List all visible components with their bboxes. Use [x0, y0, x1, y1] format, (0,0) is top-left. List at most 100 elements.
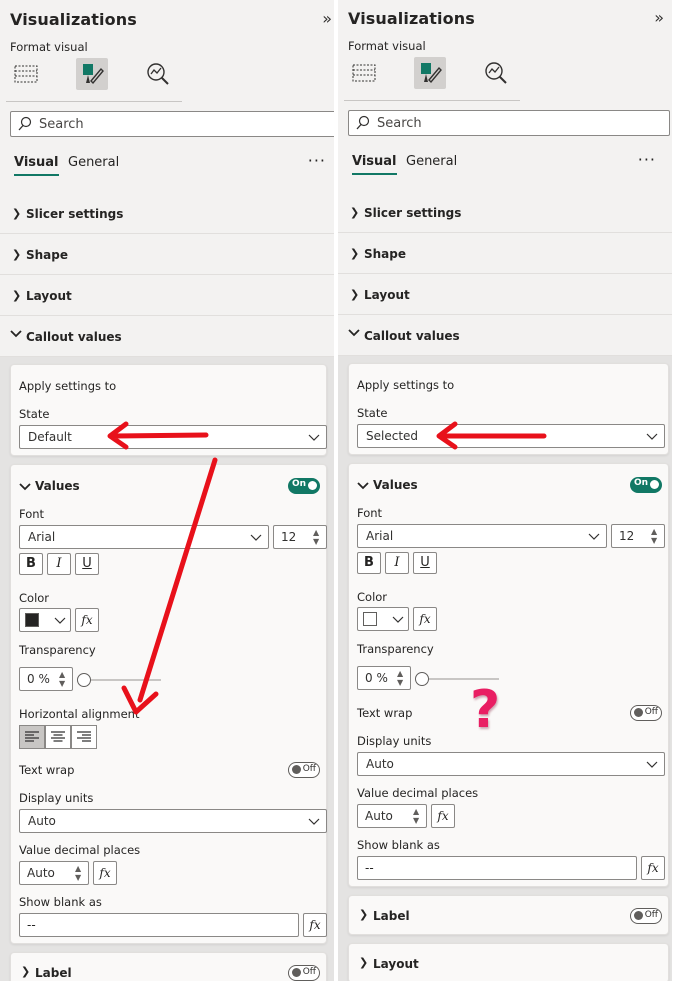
label-card[interactable]: ❯ Label Off — [348, 895, 669, 935]
search-box[interactable]: Search — [10, 111, 334, 137]
show-blank-input[interactable]: -- — [357, 856, 637, 880]
display-units-label: Display units — [357, 734, 432, 748]
stepper-arrows-icon[interactable]: ▲ ▼ — [75, 864, 85, 882]
format-visual-icon[interactable] — [76, 58, 108, 90]
color-fx-button[interactable]: fx — [413, 607, 437, 631]
transparency-stepper[interactable]: 0 % ▲ ▼ — [19, 667, 73, 691]
font-family-dropdown[interactable]: Arial — [357, 524, 607, 548]
text-wrap-toggle[interactable]: Off — [288, 762, 320, 778]
underline-button[interactable]: U — [75, 553, 99, 575]
section-slicer-settings[interactable]: ❯ Slicer settings — [0, 194, 334, 234]
slider-thumb[interactable] — [415, 672, 429, 686]
section-label: Slicer settings — [364, 206, 462, 220]
analytics-icon[interactable] — [480, 57, 512, 89]
transparency-stepper[interactable]: 0 % ▲ ▼ — [357, 666, 411, 690]
font-size-stepper[interactable]: 12 ▲ ▼ — [273, 525, 327, 549]
show-blank-fx-button[interactable]: fx — [303, 913, 327, 937]
section-layout[interactable]: ❯ Layout — [0, 276, 334, 316]
align-left-icon — [25, 731, 39, 742]
font-family-value: Arial — [366, 529, 394, 543]
stepper-arrows-icon[interactable]: ▲ ▼ — [397, 669, 407, 687]
section-shape[interactable]: ❯ Shape — [0, 235, 334, 275]
decimal-places-stepper[interactable]: Auto ▲ ▼ — [19, 861, 89, 885]
color-picker[interactable] — [19, 608, 71, 632]
pane-subtitle: Format visual — [348, 39, 426, 53]
chevron-down-icon[interactable] — [19, 482, 31, 492]
show-blank-label: Show blank as — [19, 895, 102, 909]
align-center-button[interactable] — [45, 725, 71, 749]
decimal-fx-button[interactable]: fx — [93, 861, 117, 885]
analytics-icon[interactable] — [142, 58, 174, 90]
chevron-down-icon — [348, 328, 360, 341]
align-left-button[interactable] — [19, 725, 45, 749]
search-box[interactable]: Search — [348, 110, 670, 136]
state-dropdown[interactable]: Default — [19, 425, 327, 449]
decimal-places-stepper[interactable]: Auto ▲ ▼ — [357, 804, 427, 828]
italic-button[interactable]: I — [385, 552, 409, 574]
display-units-dropdown[interactable]: Auto — [357, 752, 665, 776]
values-card: Values On Font Arial 12 ▲ ▼ B I U Color f… — [10, 464, 327, 944]
build-visual-icon[interactable] — [348, 57, 380, 89]
chevron-down-icon — [54, 617, 66, 624]
section-shape[interactable]: ❯ Shape — [338, 234, 672, 274]
tab-general[interactable]: General — [68, 155, 119, 170]
toggle-text: Off — [644, 910, 658, 920]
stepper-arrows-icon[interactable]: ▲ ▼ — [651, 527, 661, 545]
color-swatch — [25, 613, 39, 627]
text-wrap-label: Text wrap — [19, 763, 75, 777]
transparency-label: Transparency — [357, 642, 434, 656]
transparency-slider[interactable] — [415, 672, 499, 686]
decimal-fx-button[interactable]: fx — [431, 804, 455, 828]
chevron-down-icon[interactable] — [357, 481, 369, 491]
chevron-right-icon: ❯ — [12, 248, 22, 261]
show-blank-fx-button[interactable]: fx — [641, 856, 665, 880]
display-units-dropdown[interactable]: Auto — [19, 809, 327, 833]
font-family-dropdown[interactable]: Arial — [19, 525, 269, 549]
tab-visual[interactable]: Visual — [14, 155, 59, 176]
toggle-text: On — [292, 479, 307, 489]
label-card[interactable]: ❯ Label Off — [10, 952, 327, 981]
section-layout[interactable]: ❯ Layout — [338, 275, 672, 315]
collapse-pane-icon[interactable]: » — [654, 8, 664, 27]
chevron-down-icon — [250, 534, 262, 541]
bold-button[interactable]: B — [357, 552, 381, 574]
text-wrap-toggle[interactable]: Off — [630, 705, 662, 721]
section-callout-values[interactable]: Callout values — [338, 316, 672, 356]
collapse-pane-icon[interactable]: » — [322, 9, 332, 28]
tab-visual[interactable]: Visual — [352, 154, 397, 175]
values-toggle[interactable]: On — [288, 478, 320, 494]
more-options-icon[interactable]: ··· — [308, 151, 326, 170]
values-toggle[interactable]: On — [630, 477, 662, 493]
underline-button[interactable]: U — [413, 552, 437, 574]
font-size-stepper[interactable]: 12 ▲ ▼ — [611, 524, 665, 548]
transparency-slider[interactable] — [77, 673, 161, 687]
align-right-icon — [77, 731, 91, 742]
more-options-icon[interactable]: ··· — [638, 150, 656, 169]
tab-general[interactable]: General — [406, 154, 457, 169]
stepper-arrows-icon[interactable]: ▲ ▼ — [313, 528, 323, 546]
format-visual-icon[interactable] — [414, 57, 446, 89]
align-right-button[interactable] — [71, 725, 97, 749]
build-visual-icon[interactable] — [10, 58, 42, 90]
decimal-places-label: Value decimal places — [357, 786, 479, 800]
color-fx-button[interactable]: fx — [75, 608, 99, 632]
layout-card[interactable]: ❯ Layout — [348, 943, 669, 981]
chevron-right-icon: ❯ — [12, 289, 22, 302]
show-blank-input[interactable]: -- — [19, 913, 299, 937]
label-toggle[interactable]: Off — [630, 908, 662, 924]
toggle-knob — [634, 708, 643, 717]
color-picker[interactable] — [357, 607, 409, 631]
section-slicer-settings[interactable]: ❯ Slicer settings — [338, 193, 672, 233]
label-toggle[interactable]: Off — [288, 965, 320, 981]
chevron-right-icon: ❯ — [359, 908, 369, 921]
state-dropdown[interactable]: Selected — [357, 424, 665, 448]
bold-button[interactable]: B — [19, 553, 43, 575]
italic-button[interactable]: I — [47, 553, 71, 575]
format-tabs: Visual General ··· — [352, 150, 672, 180]
slider-thumb[interactable] — [77, 673, 91, 687]
display-units-value: Auto — [366, 757, 394, 771]
section-callout-values[interactable]: Callout values — [0, 317, 334, 357]
chevron-right-icon: ❯ — [359, 956, 369, 969]
stepper-arrows-icon[interactable]: ▲ ▼ — [413, 807, 423, 825]
stepper-arrows-icon[interactable]: ▲ ▼ — [59, 670, 69, 688]
